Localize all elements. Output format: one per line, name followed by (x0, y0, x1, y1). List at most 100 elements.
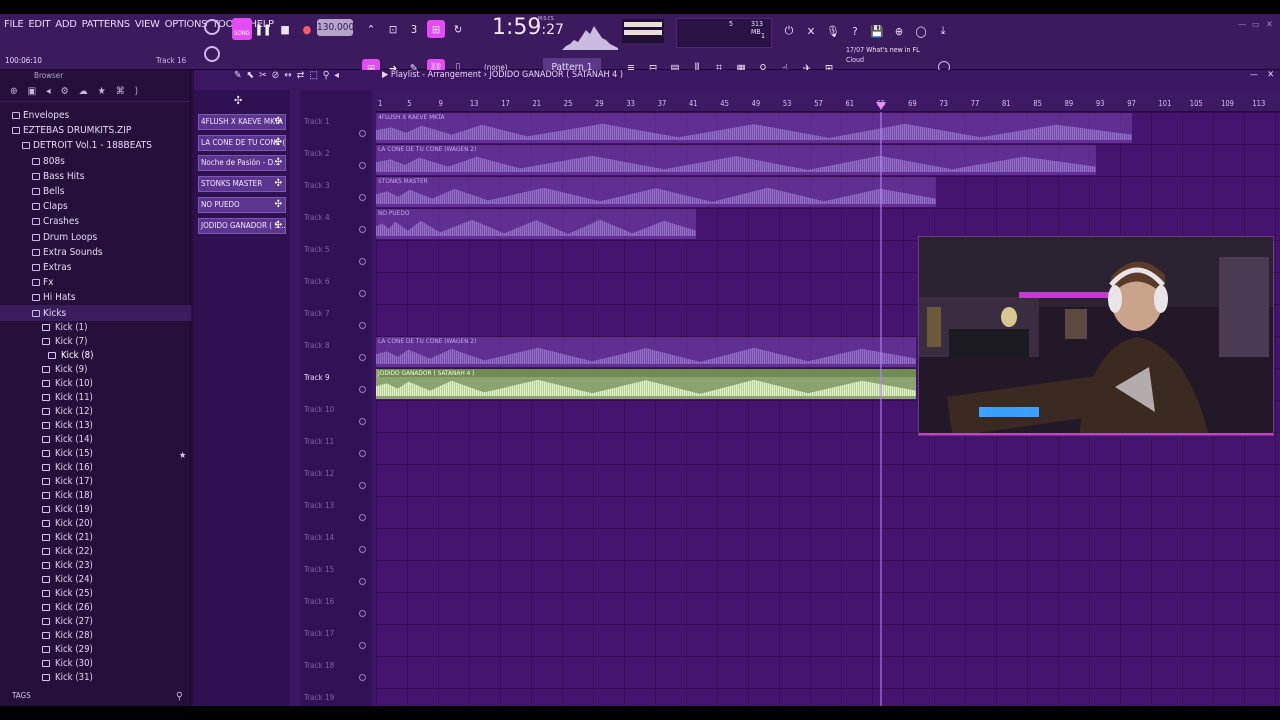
tree-item-extra-sounds[interactable]: Extra Sounds (0, 245, 191, 260)
audio-clip[interactable]: NO PUEDO (376, 209, 696, 239)
browser-sample-item[interactable]: Kick (17) (0, 475, 191, 489)
audio-clip[interactable]: LA CONE DE TU CONE (WAGEN 2) (376, 145, 1096, 175)
track-header[interactable]: Track 18 (300, 656, 372, 688)
browser-sample-item[interactable]: Kick (30) (0, 657, 191, 671)
step-edit-icon[interactable]: ⊞ (427, 20, 445, 38)
browser-sample-item[interactable]: Kick (22) (0, 545, 191, 559)
browser-sample-item[interactable]: Kick (26) (0, 601, 191, 615)
drag-handle-icon[interactable]: ✣ (274, 115, 282, 129)
master-volume-knob-icon[interactable] (204, 19, 220, 35)
sync-icon[interactable]: ⏻ (780, 22, 798, 40)
browser-settings-icon[interactable]: ⚙ (61, 86, 69, 97)
browser-sample-item[interactable]: Kick (8) (0, 349, 191, 363)
browser-sample-item[interactable]: Kick (29) (0, 643, 191, 657)
browser-sample-item[interactable]: Kick (21) (0, 531, 191, 545)
tree-item-kicks[interactable]: Kicks (0, 305, 191, 321)
browser-sample-item[interactable]: Kick (16) (0, 461, 191, 475)
menu-edit[interactable]: EDIT (28, 19, 50, 30)
tree-item-bass-hits[interactable]: Bass Hits (0, 169, 191, 184)
tree-item-drumkit[interactable]: EZTEBAS DRUMKITS.ZIP (0, 123, 191, 138)
track-mute-led-icon[interactable] (359, 482, 366, 489)
pause-icon[interactable]: ❚❚ (254, 20, 272, 38)
browser-collapse-icon[interactable]: ⟩ (135, 86, 139, 97)
clip-source-button[interactable]: 4FLUSH X KAEVE MKTA ✣ (198, 114, 286, 130)
track-header[interactable]: Track 8 (300, 336, 372, 368)
track-mute-led-icon[interactable] (359, 610, 366, 617)
clip-source-button[interactable]: JODIDO GANADOR ( S... ✣ (198, 217, 286, 234)
track-header[interactable]: Track 1 (300, 112, 372, 144)
browser-cloud-icon[interactable]: ☁ (79, 86, 88, 97)
browser-file-icon[interactable]: ▣ (28, 86, 37, 97)
browser-sample-item[interactable]: Kick (13) (0, 419, 191, 433)
download-icon[interactable]: ⤓ (934, 22, 952, 40)
track-header[interactable]: Track 10 (300, 400, 372, 432)
loop-record-icon[interactable]: ↻ (449, 20, 467, 38)
save-icon[interactable]: 💾 (868, 22, 886, 40)
drag-handle-icon[interactable]: ✣ (274, 136, 282, 150)
track-mute-led-icon[interactable] (359, 162, 366, 169)
help-icon[interactable]: ? (846, 22, 864, 40)
audio-clip[interactable]: 4FLUSH X KAEVE MKTA (376, 113, 1132, 143)
browser-sample-item[interactable]: Kick (7) (0, 335, 191, 349)
track-mute-led-icon[interactable] (359, 354, 366, 361)
track-mute-led-icon[interactable] (359, 450, 366, 457)
track-header[interactable]: Track 15 (300, 560, 372, 592)
song-mode-toggle[interactable]: SONG (232, 18, 252, 40)
track-header[interactable]: Track 14 (300, 528, 372, 560)
drag-handle-icon[interactable]: ✣ (274, 177, 282, 191)
playhead[interactable] (880, 112, 882, 706)
browser-sample-item[interactable]: Kick (9) (0, 363, 191, 377)
close-x-icon[interactable]: ✕ (802, 22, 820, 40)
track-mute-led-icon[interactable] (359, 546, 366, 553)
browser-sample-item[interactable]: Kick (14) (0, 433, 191, 447)
track-header[interactable]: Track 13 (300, 496, 372, 528)
browser-sample-item[interactable]: Kick (27) (0, 615, 191, 629)
close-window-icon[interactable]: ✕ (1266, 20, 1273, 30)
track-mute-led-icon[interactable] (359, 322, 366, 329)
slice-tool-icon[interactable]: ⇄ (297, 70, 305, 81)
menu-add[interactable]: ADD (55, 19, 77, 30)
browser-sample-item[interactable]: Kick (11) (0, 391, 191, 405)
minimize-icon[interactable]: — (1238, 20, 1246, 30)
select-tool-icon[interactable]: ⬚ (309, 70, 318, 81)
menu-options[interactable]: OPTIONS (165, 19, 208, 30)
menu-file[interactable]: FILE (4, 19, 24, 30)
tree-item-808s[interactable]: 808s (0, 154, 191, 169)
playback-tool-icon[interactable]: ◂ (334, 70, 339, 81)
browser-sample-item[interactable]: Kick (10) (0, 377, 191, 391)
slip-tool-icon[interactable]: ↔ (284, 70, 292, 81)
audio-clip[interactable]: STONKS MASTER (376, 177, 936, 207)
track-mute-led-icon[interactable] (359, 386, 366, 393)
audio-clip[interactable]: LA CONE DE TU CONE (WAGEN 2) (376, 337, 916, 367)
browser-sample-item[interactable]: Kick (1) (0, 321, 191, 335)
zoom-tool-icon[interactable]: ⚲ (323, 70, 330, 81)
tree-item-drum-loops[interactable]: Drum Loops (0, 230, 191, 245)
track-mute-led-icon[interactable] (359, 194, 366, 201)
menu-patterns[interactable]: PATTERNS (82, 19, 131, 30)
search-icon[interactable]: ⚲ (176, 691, 183, 702)
tree-item-bells[interactable]: Bells (0, 184, 191, 199)
favorite-star-icon[interactable]: ★ (179, 451, 186, 461)
track-header[interactable]: Track 3 (300, 176, 372, 208)
track-header[interactable]: Track 4 (300, 208, 372, 240)
microphone-icon[interactable]: 🎙 (824, 22, 842, 40)
track-mute-led-icon[interactable] (359, 674, 366, 681)
tree-item-hi-hats[interactable]: Hi Hats (0, 290, 191, 305)
browser-sample-item[interactable]: Kick (23) (0, 559, 191, 573)
browser-tags[interactable]: TAGS (12, 691, 31, 700)
browser-sample-item[interactable]: Kick (20) (0, 517, 191, 531)
browser-sample-item[interactable]: Kick (18) (0, 489, 191, 503)
playlist-minimize-icon[interactable]: — (1250, 70, 1258, 80)
audio-clip[interactable]: JODIDO GANADOR ( SATANAH 4 ) (376, 369, 916, 399)
record-icon[interactable]: ● (298, 20, 316, 38)
stop-icon[interactable]: ■ (276, 20, 294, 38)
clip-source-button[interactable]: STONKS MASTER ✣ (198, 176, 286, 193)
drag-handle-icon[interactable]: ✣ (274, 219, 282, 233)
drag-handle-icon[interactable]: ✣ (274, 156, 282, 170)
browser-sample-item[interactable]: Kick (24) (0, 573, 191, 587)
track-header[interactable]: Track 6 (300, 272, 372, 304)
playhead-marker-icon[interactable] (876, 102, 886, 110)
tree-item-extras[interactable]: Extras (0, 260, 191, 275)
chat-icon[interactable]: ◯ (912, 22, 930, 40)
delete-tool-icon[interactable]: ✂ (259, 70, 267, 81)
